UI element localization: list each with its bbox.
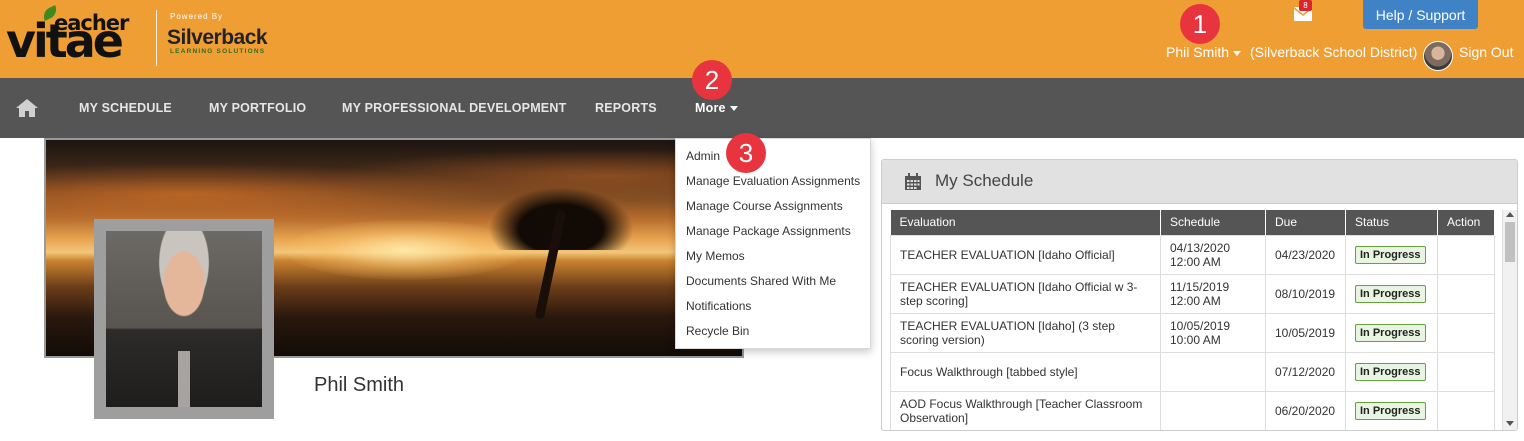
table-row[interactable]: AOD Focus Walkthrough [Teacher Classroom… — [890, 390, 1495, 430]
table-row[interactable]: TEACHER EVALUATION [Idaho] (3 step scori… — [890, 312, 1495, 353]
silverback-logo-text: Silverback — [167, 26, 268, 49]
cell-due: 04/23/2020 — [1265, 234, 1346, 275]
my-schedule-title: My Schedule — [935, 171, 1034, 190]
sign-out-link[interactable]: Sign Out — [1459, 44, 1513, 60]
nav-my-professional-development[interactable]: MY PROFESSIONAL DEVELOPMENT — [342, 101, 566, 115]
caret-down-icon — [1233, 50, 1242, 56]
profile-name: Phil Smith — [314, 374, 405, 396]
district-label: (Silverback School District) — [1250, 44, 1418, 60]
menu-item-recycle-bin[interactable]: Recycle Bin — [686, 324, 749, 338]
status-badge: In Progress — [1355, 362, 1426, 381]
menu-item-manage-evaluation-assignments[interactable]: Manage Evaluation Assignments — [686, 174, 860, 188]
cell-schedule: 11/15/2019 12:00 AM — [1160, 273, 1266, 314]
help-support-button[interactable]: Help / Support — [1363, 0, 1478, 29]
menu-item-my-memos[interactable]: My Memos — [686, 249, 745, 263]
nav-my-portfolio[interactable]: MY PORTFOLIO — [209, 101, 306, 115]
cell-status: In Progress — [1345, 312, 1438, 353]
cell-evaluation[interactable]: TEACHER EVALUATION [Idaho Official w 3-s… — [890, 273, 1161, 314]
photo-shirt — [178, 351, 190, 407]
menu-item-notifications[interactable]: Notifications — [686, 299, 751, 313]
table-row[interactable]: TEACHER EVALUATION [Idaho Official w 3-s… — [890, 273, 1495, 314]
col-due[interactable]: Due — [1265, 210, 1346, 235]
table-row[interactable]: Focus Walkthrough [tabbed style] 07/12/2… — [890, 351, 1495, 392]
status-badge: In Progress — [1355, 245, 1426, 264]
schedule-scrollbar[interactable] — [1502, 210, 1517, 430]
profile-photo-frame — [94, 219, 274, 419]
cell-schedule: 10/05/2019 10:00 AM — [1160, 312, 1266, 353]
page-root: eacher vitae Powered By Silverback LEARN… — [0, 0, 1524, 441]
schedule-date: 11/15/2019 — [1170, 279, 1230, 294]
cell-due: 08/10/2019 — [1265, 273, 1346, 314]
cell-status: In Progress — [1345, 351, 1438, 392]
cell-status: In Progress — [1345, 273, 1438, 314]
menu-item-documents-shared-with-me[interactable]: Documents Shared With Me — [686, 274, 836, 288]
menu-item-manage-course-assignments[interactable]: Manage Course Assignments — [686, 199, 843, 213]
scroll-down-icon[interactable] — [1506, 421, 1514, 426]
nav-my-schedule[interactable]: MY SCHEDULE — [79, 101, 172, 115]
cell-due: 07/12/2020 — [1265, 351, 1346, 392]
profile-photo — [106, 231, 262, 407]
main-nav: MY SCHEDULE MY PORTFOLIO MY PROFESSIONAL… — [0, 78, 1524, 138]
menu-item-admin[interactable]: Admin — [686, 149, 720, 163]
logo-divider — [156, 10, 157, 66]
my-schedule-header: My Schedule — [882, 160, 1517, 204]
cell-action — [1437, 351, 1495, 392]
user-avatar[interactable] — [1423, 41, 1453, 71]
schedule-time: 12:00 AM — [1170, 293, 1221, 308]
status-badge: In Progress — [1355, 323, 1426, 342]
home-icon[interactable] — [15, 98, 39, 118]
cell-status: In Progress — [1345, 390, 1438, 430]
nav-more-label: More — [695, 101, 726, 115]
scroll-up-icon[interactable] — [1506, 212, 1514, 217]
powered-by-label: Powered By — [170, 12, 224, 21]
step-marker-1: 1 — [1180, 4, 1220, 44]
cell-schedule — [1160, 351, 1266, 392]
cell-action — [1437, 273, 1495, 314]
cell-due: 06/20/2020 — [1265, 390, 1346, 430]
teacher-vitae-logo[interactable]: eacher vitae — [6, 5, 146, 68]
cell-status: In Progress — [1345, 234, 1438, 275]
step-marker-3: 3 — [726, 133, 766, 173]
col-evaluation[interactable]: Evaluation — [890, 210, 1161, 235]
cell-schedule: 04/13/2020 12:00 AM — [1160, 234, 1266, 275]
more-dropdown-menu: Admin Manage Evaluation Assignments Mana… — [675, 138, 871, 349]
user-name: Phil Smith — [1166, 44, 1230, 60]
schedule-date: 10/05/2019 — [1170, 318, 1231, 333]
caret-down-icon — [729, 106, 738, 112]
cell-due: 10/05/2019 — [1265, 312, 1346, 353]
cell-schedule — [1160, 390, 1266, 430]
col-action: Action — [1437, 210, 1495, 235]
col-status[interactable]: Status — [1345, 210, 1438, 235]
cell-evaluation[interactable]: AOD Focus Walkthrough [Teacher Classroom… — [890, 390, 1161, 430]
cell-action — [1437, 234, 1495, 275]
status-badge: In Progress — [1355, 284, 1426, 303]
schedule-date: 04/13/2020 — [1170, 240, 1231, 255]
scroll-thumb[interactable] — [1505, 222, 1515, 262]
top-header: eacher vitae Powered By Silverback LEARN… — [0, 0, 1524, 78]
menu-item-manage-package-assignments[interactable]: Manage Package Assignments — [686, 224, 851, 238]
cell-action — [1437, 390, 1495, 430]
user-menu-link[interactable]: Phil Smith — [1166, 44, 1242, 60]
cell-evaluation[interactable]: Focus Walkthrough [tabbed style] — [890, 351, 1161, 392]
calendar-icon — [904, 173, 922, 191]
cell-action — [1437, 312, 1495, 353]
logo-main-text: vitae — [6, 14, 124, 68]
step-marker-2: 2 — [692, 60, 732, 100]
schedule-time: 12:00 AM — [1170, 254, 1221, 269]
col-schedule[interactable]: Schedule — [1160, 210, 1266, 235]
silverback-tagline: LEARNING SOLUTIONS — [170, 48, 266, 55]
table-header-row: Evaluation Schedule Due Status Action — [890, 210, 1495, 235]
cell-evaluation[interactable]: TEACHER EVALUATION [Idaho Official] — [890, 234, 1161, 275]
status-badge: In Progress — [1355, 401, 1426, 420]
schedule-time: 10:00 AM — [1170, 332, 1221, 347]
nav-reports[interactable]: REPORTS — [595, 101, 657, 115]
nav-more[interactable]: More — [695, 101, 738, 115]
schedule-table: Evaluation Schedule Due Status Action TE… — [890, 210, 1495, 430]
my-schedule-panel: My Schedule Evaluation Schedule Due Stat… — [881, 159, 1518, 431]
cell-evaluation[interactable]: TEACHER EVALUATION [Idaho] (3 step scori… — [890, 312, 1161, 353]
mail-count-badge: 8 — [1299, 0, 1312, 11]
table-row[interactable]: TEACHER EVALUATION [Idaho Official] 04/1… — [890, 234, 1495, 275]
